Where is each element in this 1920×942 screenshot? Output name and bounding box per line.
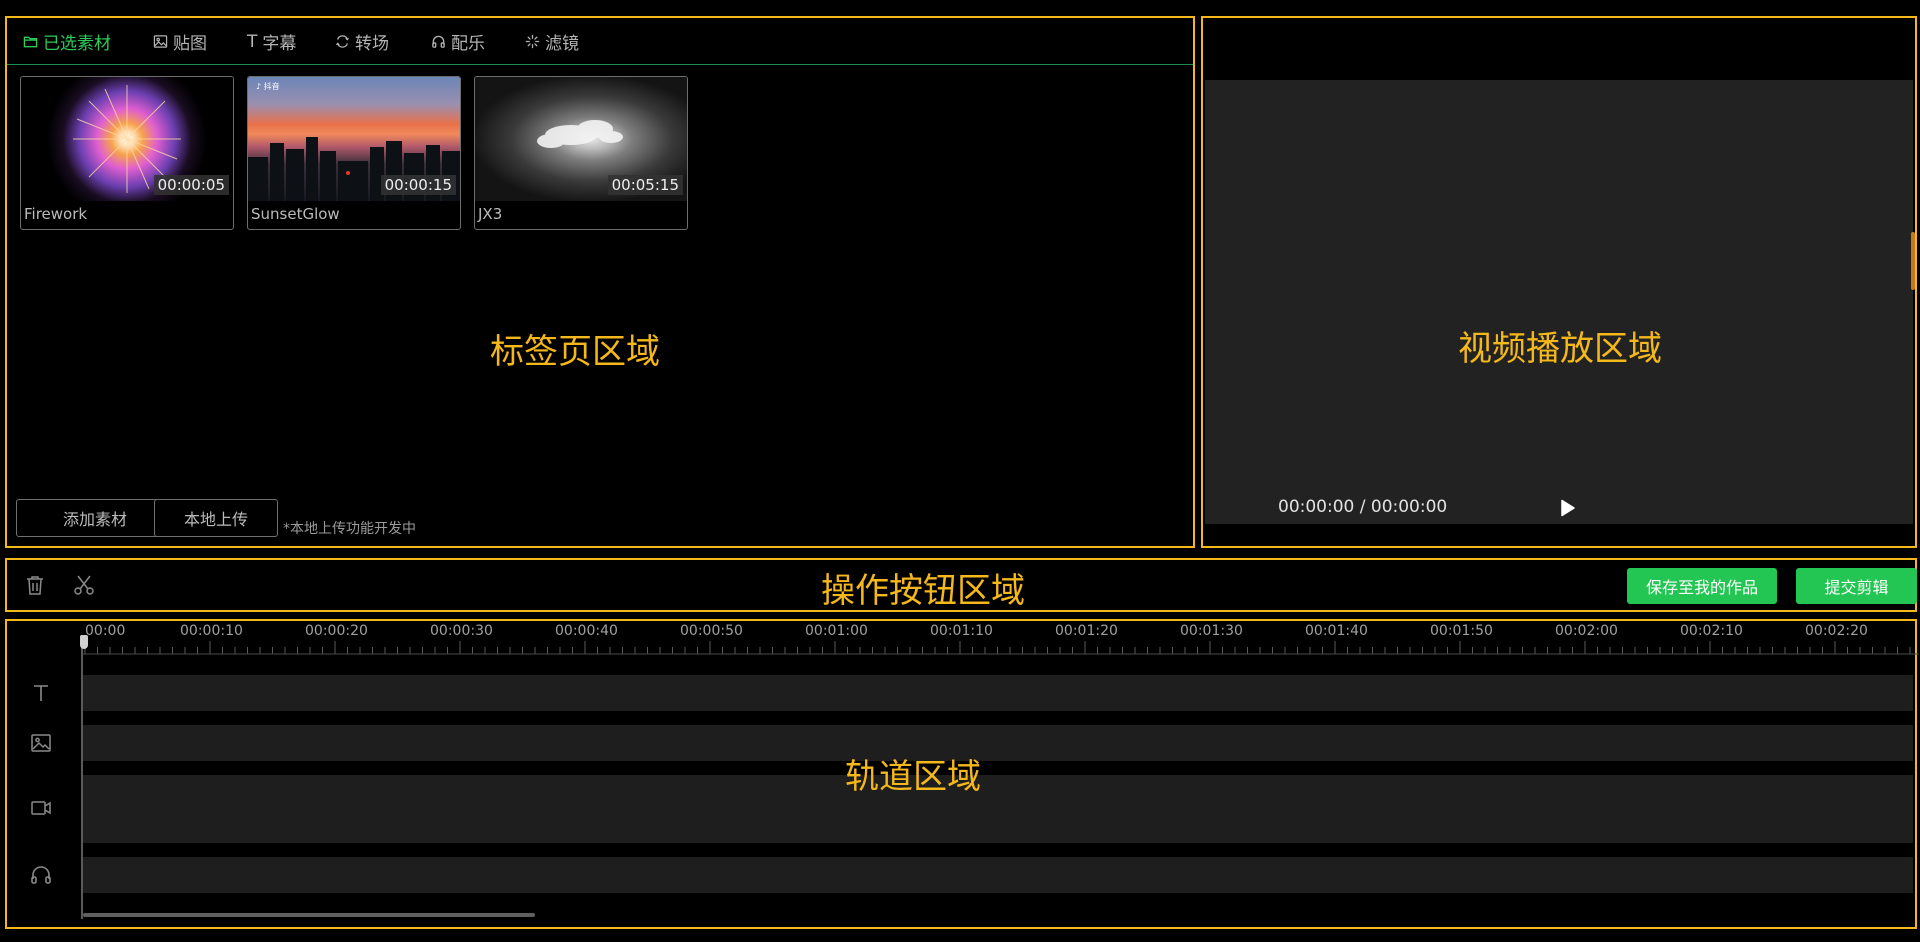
playhead-line[interactable] <box>81 635 83 919</box>
ruler-time-label: 00:00:40 <box>555 623 618 639</box>
tracks-panel: 00:00 00:00:10 00:00:20 00:00:30 00:00:40 00:… <box>5 619 1919 929</box>
ruler-time-label: 00:00 <box>85 623 126 639</box>
video-track[interactable] <box>83 775 1913 843</box>
image-track-icon <box>31 734 51 752</box>
upload-hint: *本地上传功能开发中 <box>283 521 416 537</box>
tab-label: 转场 <box>355 34 389 54</box>
tab-label: 已选素材 <box>43 34 111 54</box>
zone-label-tracks: 轨道区域 <box>845 757 981 797</box>
clip-card-jx3[interactable]: 00:05:15 JX3 <box>474 76 688 230</box>
add-material-button[interactable]: 添加素材 <box>16 499 174 537</box>
action-bar: 操作按钮区域 保存至我的作品 提交剪辑 <box>5 558 1917 612</box>
ruler-time-label: 00:01:10 <box>930 623 993 639</box>
ruler-time-label: 00:02:10 <box>1680 623 1743 639</box>
play-icon[interactable] <box>1556 497 1578 519</box>
scissors-icon[interactable] <box>72 573 96 597</box>
timeline-scrollbar[interactable] <box>83 913 535 917</box>
ruler-time-label: 00:01:20 <box>1055 623 1118 639</box>
timeline-ruler[interactable]: 00:00 00:00:10 00:00:20 00:00:30 00:00:40 00:… <box>81 621 1919 657</box>
clip-card-sunsetglow[interactable]: ♪ 抖音 00:00:15 SunsetGlow <box>247 76 461 230</box>
text-track-icon <box>34 685 48 701</box>
clip-duration: 00:00:05 <box>153 175 229 195</box>
playhead-handle[interactable] <box>80 635 88 649</box>
folder-icon <box>23 36 38 48</box>
video-canvas[interactable] <box>1205 80 1913 524</box>
tab-transitions[interactable]: 转场 <box>335 29 389 54</box>
clip-name: Firework <box>24 205 88 223</box>
tabs-panel: 已选素材 贴图 T 字幕 转场 配乐 滤镜 00:00:05 Firework … <box>5 16 1195 548</box>
save-to-my-works-button[interactable]: 保存至我的作品 <box>1627 568 1777 604</box>
ruler-time-label: 00:01:50 <box>1430 623 1493 639</box>
video-track-icon <box>31 801 51 815</box>
tab-stickers[interactable]: 贴图 <box>153 29 207 54</box>
transition-icon <box>335 35 350 48</box>
clip-card-firework[interactable]: 00:00:05 Firework <box>20 76 234 230</box>
ruler-time-label: 00:00:20 <box>305 623 368 639</box>
audio-track[interactable] <box>83 857 1913 893</box>
clip-name: JX3 <box>478 205 503 223</box>
text-track[interactable] <box>83 675 1913 711</box>
video-player-panel: 视频播放区域 00:00:00 / 00:00:00 <box>1201 16 1917 548</box>
ruler-time-label: 00:02:00 <box>1555 623 1618 639</box>
zone-label-actions: 操作按钮区域 <box>821 571 1025 611</box>
clip-name: SunsetGlow <box>251 205 340 223</box>
ruler-time-label: 00:01:40 <box>1305 623 1368 639</box>
text-icon: T <box>247 31 258 52</box>
tab-subtitles[interactable]: T 字幕 <box>247 29 297 55</box>
ruler-time-label: 00:01:00 <box>805 623 868 639</box>
tab-music[interactable]: 配乐 <box>431 29 485 54</box>
tab-selected-materials[interactable]: 已选素材 <box>23 29 111 54</box>
clip-thumbnail: 00:05:15 <box>475 77 687 201</box>
ruler-time-label: 00:02:20 <box>1805 623 1868 639</box>
playback-time: 00:00:00 / 00:00:00 <box>1278 497 1448 517</box>
tab-label: 贴图 <box>173 34 207 54</box>
tab-label: 配乐 <box>451 34 485 54</box>
tab-filters[interactable]: 滤镜 <box>525 29 579 54</box>
clip-thumbnail: ♪ 抖音 00:00:15 <box>248 77 460 201</box>
scroll-indicator[interactable] <box>1911 232 1915 290</box>
svg-text:♪ 抖音: ♪ 抖音 <box>256 81 280 91</box>
tab-label: 字幕 <box>262 34 297 54</box>
zone-label-tabs: 标签页区域 <box>490 332 660 372</box>
trash-icon[interactable] <box>23 573 47 597</box>
filter-icon <box>525 34 540 49</box>
ruler-time-label: 00:01:30 <box>1180 623 1243 639</box>
clip-duration: 00:05:15 <box>607 175 683 195</box>
clip-duration: 00:00:15 <box>380 175 456 195</box>
ruler-time-label: 00:00:30 <box>430 623 493 639</box>
clip-thumbnail: 00:00:05 <box>21 77 233 201</box>
tab-label: 滤镜 <box>545 34 579 54</box>
image-track[interactable] <box>83 725 1913 761</box>
submit-edit-button[interactable]: 提交剪辑 <box>1796 568 1917 604</box>
ruler-time-label: 00:00:50 <box>680 623 743 639</box>
local-upload-button[interactable]: 本地上传 <box>154 499 278 537</box>
ruler-time-label: 00:00:10 <box>180 623 243 639</box>
tab-bar: 已选素材 贴图 T 字幕 转场 配乐 滤镜 <box>7 18 1193 65</box>
zone-label-player: 视频播放区域 <box>1458 329 1662 369</box>
headphones-icon <box>432 35 445 48</box>
image-icon <box>153 35 168 48</box>
audio-track-icon <box>31 866 51 884</box>
